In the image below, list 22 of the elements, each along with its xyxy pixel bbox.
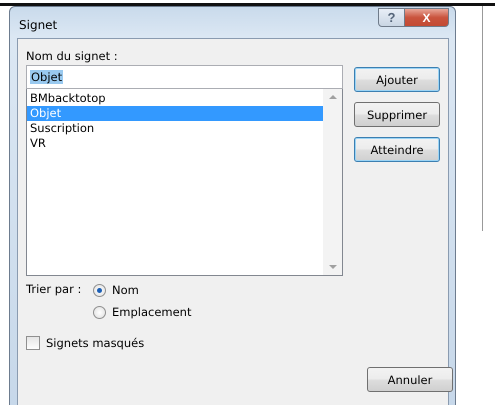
list-item[interactable]: BMbacktotop [27,91,323,106]
field-label: Nom du signet : [26,48,119,65]
radio-option[interactable]: Emplacement [93,304,343,320]
window-title: Signet [19,18,58,32]
input-field[interactable]: Objet [26,65,343,89]
radio-icon[interactable] [93,306,106,318]
dialog-button[interactable]: Ajouter [354,67,440,92]
scrollbar[interactable] [323,89,342,275]
list-item[interactable]: VR [27,136,323,151]
radio-option[interactable]: Nom [93,282,343,298]
dialog-button[interactable]: Supprimer [354,102,440,127]
cancel-button[interactable]: Annuler [367,367,453,392]
list-item[interactable]: Suscription [27,121,323,136]
checkbox[interactable] [26,336,40,350]
close-button[interactable]: X [405,8,449,27]
option-label: Nom [112,283,139,297]
help-button[interactable]: ? [378,8,405,27]
sort-label: Trier par : [26,282,82,298]
radio-icon[interactable] [93,284,106,296]
dialog-button[interactable]: Atteindre [354,137,440,162]
checkbox-label: Signets masqués [46,336,144,350]
option-label: Emplacement [112,305,192,319]
